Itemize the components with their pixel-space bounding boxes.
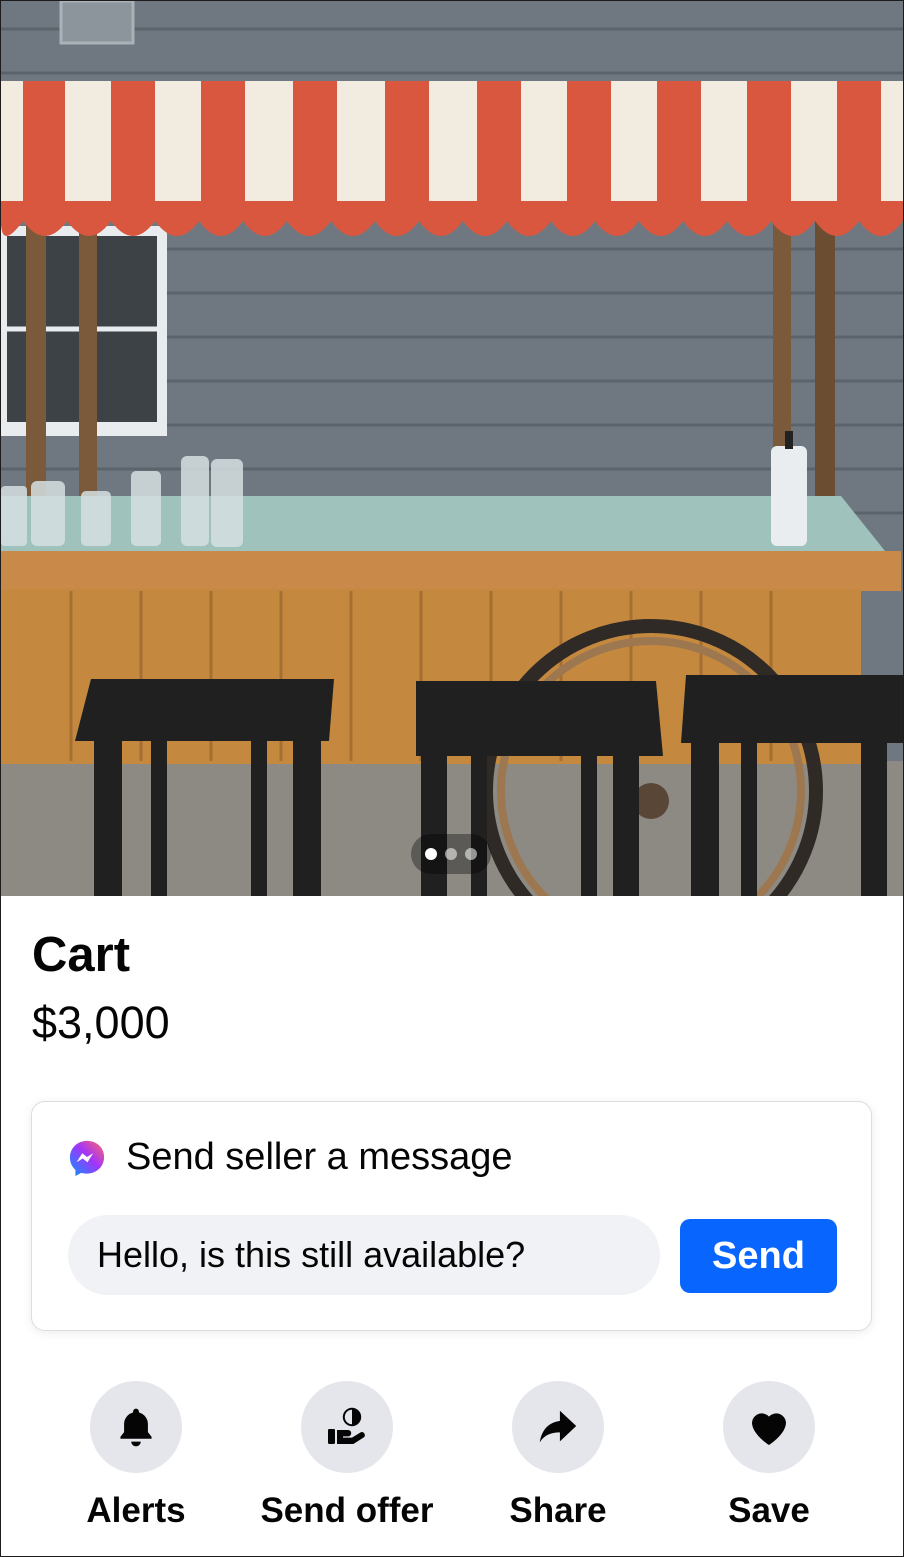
alerts-label: Alerts — [86, 1491, 186, 1530]
listing-photo-image — [1, 1, 903, 896]
marketplace-listing: Cart $3,000 Send seller a message Send — [0, 0, 904, 1557]
pager-dot-active — [425, 848, 437, 860]
heart-icon — [752, 1413, 786, 1445]
photo-pager — [411, 834, 491, 874]
save-label: Save — [728, 1491, 810, 1530]
pager-dot — [445, 848, 457, 860]
save-button[interactable]: Save — [659, 1381, 879, 1531]
send-message-header: Send seller a message — [68, 1136, 513, 1179]
share-icon — [539, 1410, 577, 1443]
message-input[interactable] — [68, 1215, 660, 1295]
alerts-button[interactable]: Alerts — [26, 1381, 246, 1531]
send-button[interactable]: Send — [680, 1219, 837, 1293]
share-circle[interactable] — [512, 1381, 604, 1473]
offer-icon — [328, 1407, 365, 1444]
send-message-title: Send seller a message — [126, 1136, 513, 1178]
send-offer-circle[interactable] — [301, 1381, 393, 1473]
listing-price: $3,000 — [32, 997, 170, 1048]
send-message-card: Send seller a message Send — [31, 1101, 872, 1331]
listing-photo[interactable] — [1, 1, 903, 896]
save-circle[interactable] — [723, 1381, 815, 1473]
messenger-icon — [69, 1140, 105, 1176]
pager-dot — [465, 848, 477, 860]
bell-icon — [120, 1408, 152, 1447]
alerts-circle[interactable] — [90, 1381, 182, 1473]
send-offer-label: Send offer — [260, 1491, 434, 1530]
share-button[interactable]: Share — [448, 1381, 668, 1531]
send-offer-button[interactable]: Send offer — [237, 1381, 457, 1531]
share-label: Share — [509, 1491, 607, 1530]
listing-title: Cart — [32, 928, 131, 982]
